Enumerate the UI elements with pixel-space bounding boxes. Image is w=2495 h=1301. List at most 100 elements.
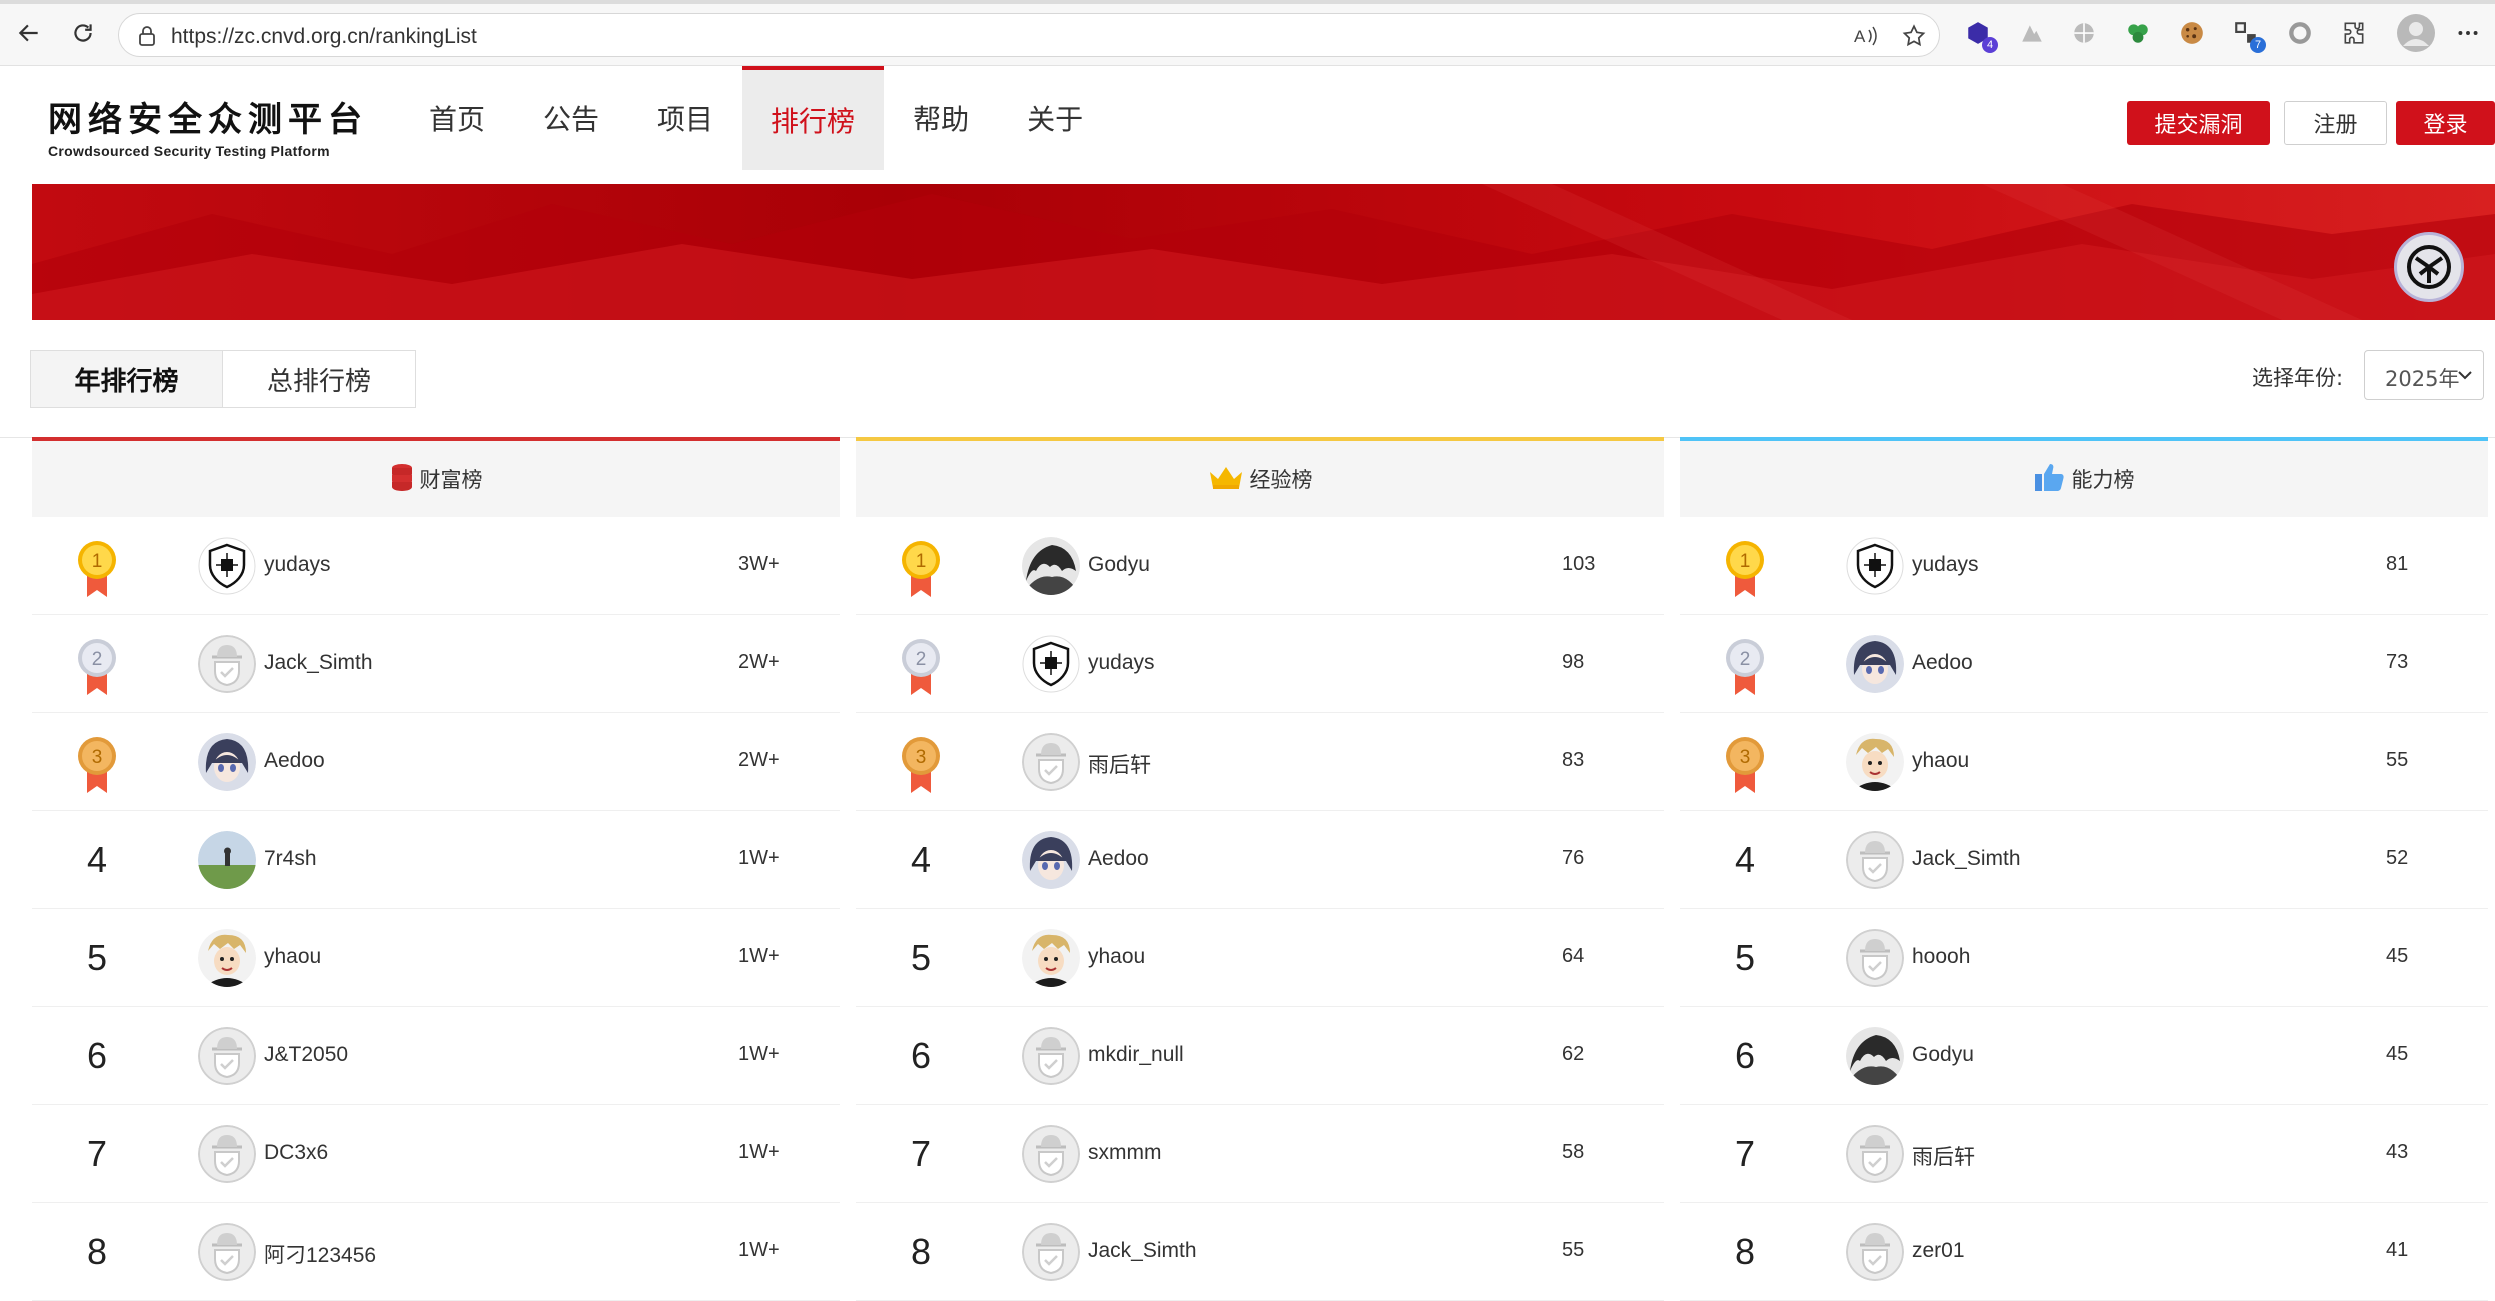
extension-cube[interactable]: 4 (1962, 17, 1998, 53)
nav-help[interactable]: 帮助 (884, 66, 998, 170)
read-aloud-icon[interactable]: A (1853, 24, 1879, 48)
ranking-row[interactable]: 7 sxmmm 58 (856, 1105, 1664, 1203)
nav-projects[interactable]: 项目 (628, 66, 742, 170)
user-avatar[interactable] (1846, 537, 1904, 595)
extensions-menu[interactable] (2338, 17, 2370, 49)
user-avatar[interactable] (1846, 1027, 1904, 1085)
browser-menu-button[interactable] (2452, 17, 2484, 49)
register-button[interactable]: 注册 (2284, 101, 2387, 145)
user-avatar[interactable] (1846, 1125, 1904, 1183)
site-logo[interactable]: 网络安全众测平台 Crowdsourced Security Testing P… (48, 92, 368, 159)
ranking-row[interactable]: 4 Aedoo 76 (856, 811, 1664, 909)
extension-ring[interactable] (2284, 17, 2316, 49)
ranking-row[interactable]: 1 Godyu 103 (856, 517, 1664, 615)
extension-triangle[interactable] (2016, 17, 2048, 49)
extension-qr[interactable]: 7 (2230, 17, 2266, 53)
user-avatar[interactable] (1022, 1223, 1080, 1281)
ranking-row[interactable]: 4 Jack_Simth 52 (1680, 811, 2488, 909)
user-name[interactable]: yhaou (1088, 945, 1145, 969)
user-name[interactable]: zer01 (1912, 1239, 1965, 1263)
nav-about[interactable]: 关于 (998, 66, 1112, 170)
nav-home[interactable]: 首页 (400, 66, 514, 170)
tab-total[interactable]: 总排行榜 (223, 351, 415, 407)
user-name[interactable]: DC3x6 (264, 1141, 328, 1165)
user-avatar[interactable] (198, 635, 256, 693)
user-avatar[interactable] (1022, 537, 1080, 595)
ranking-row[interactable]: 8 zer01 41 (1680, 1203, 2488, 1301)
tab-yearly[interactable]: 年排行榜 (31, 351, 223, 407)
ranking-row[interactable]: 2 Aedoo 73 (1680, 615, 2488, 713)
ranking-row[interactable]: 8 Jack_Simth 55 (856, 1203, 1664, 1301)
ranking-row[interactable]: 1 yudays 81 (1680, 517, 2488, 615)
user-avatar[interactable] (198, 1027, 256, 1085)
user-name[interactable]: hoooh (1912, 945, 1970, 969)
login-button[interactable]: 登录 (2396, 101, 2495, 145)
nav-announcements[interactable]: 公告 (514, 66, 628, 170)
user-avatar[interactable] (1846, 831, 1904, 889)
user-name[interactable]: 雨后轩 (1088, 749, 1151, 779)
user-name[interactable]: Jack_Simth (264, 651, 373, 675)
year-select[interactable]: 2025年 (2364, 350, 2484, 400)
user-name[interactable]: 7r4sh (264, 847, 317, 871)
user-name[interactable]: Godyu (1088, 553, 1150, 577)
ranking-row[interactable]: 4 7r4sh 1W+ (32, 811, 840, 909)
address-url[interactable]: https://zc.cnvd.org.cn/rankingList (171, 25, 477, 49)
user-avatar[interactable] (1846, 733, 1904, 791)
ranking-row[interactable]: 8 阿刁123456 1W+ (32, 1203, 840, 1301)
user-avatar[interactable] (198, 537, 256, 595)
ranking-row[interactable]: 7 雨后轩 43 (1680, 1105, 2488, 1203)
user-avatar[interactable] (1846, 929, 1904, 987)
ranking-row[interactable]: 3 雨后轩 83 (856, 713, 1664, 811)
user-name[interactable]: Aedoo (264, 749, 325, 773)
user-name[interactable]: yudays (1088, 651, 1155, 675)
user-name[interactable]: yudays (264, 553, 331, 577)
ranking-row[interactable]: 5 yhaou 64 (856, 909, 1664, 1007)
user-name[interactable]: 阿刁123456 (264, 1239, 376, 1269)
ranking-row[interactable]: 7 DC3x6 1W+ (32, 1105, 840, 1203)
user-avatar[interactable] (1846, 635, 1904, 693)
user-avatar[interactable] (1022, 831, 1080, 889)
ranking-row[interactable]: 3 Aedoo 2W+ (32, 713, 840, 811)
user-avatar[interactable] (1022, 733, 1080, 791)
back-button[interactable] (12, 16, 46, 50)
user-name[interactable]: yhaou (264, 945, 321, 969)
user-name[interactable]: J&T2050 (264, 1043, 348, 1067)
address-bar[interactable]: https://zc.cnvd.org.cn/rankingList A (118, 13, 1940, 57)
user-avatar[interactable] (1022, 635, 1080, 693)
ranking-row[interactable]: 6 mkdir_null 62 (856, 1007, 1664, 1105)
ranking-row[interactable]: 3 yhaou 55 (1680, 713, 2488, 811)
user-name[interactable]: yhaou (1912, 749, 1969, 773)
user-avatar[interactable] (198, 1125, 256, 1183)
user-avatar[interactable] (198, 831, 256, 889)
user-avatar[interactable] (1846, 1223, 1904, 1281)
user-name[interactable]: Jack_Simth (1088, 1239, 1197, 1263)
submit-vulnerability-button[interactable]: 提交漏洞 (2127, 101, 2270, 145)
user-name[interactable]: Aedoo (1912, 651, 1973, 675)
profile-button[interactable] (2396, 13, 2436, 53)
user-name[interactable]: Godyu (1912, 1043, 1974, 1067)
extension-cookie[interactable] (2176, 17, 2208, 49)
user-name[interactable]: Jack_Simth (1912, 847, 2021, 871)
extension-clover[interactable] (2122, 17, 2154, 49)
user-name[interactable]: yudays (1912, 553, 1979, 577)
ranking-row[interactable]: 2 yudays 98 (856, 615, 1664, 713)
user-name[interactable]: sxmmm (1088, 1141, 1161, 1165)
user-avatar[interactable] (1022, 929, 1080, 987)
floating-emblem[interactable] (2394, 232, 2464, 302)
user-name[interactable]: mkdir_null (1088, 1043, 1184, 1067)
ranking-row[interactable]: 5 yhaou 1W+ (32, 909, 840, 1007)
user-name[interactable]: Aedoo (1088, 847, 1149, 871)
nav-ranking[interactable]: 排行榜 (742, 66, 885, 170)
ranking-row[interactable]: 6 Godyu 45 (1680, 1007, 2488, 1105)
favorite-star-icon[interactable] (1901, 23, 1927, 49)
user-avatar[interactable] (198, 929, 256, 987)
user-avatar[interactable] (198, 1223, 256, 1281)
ranking-row[interactable]: 5 hoooh 45 (1680, 909, 2488, 1007)
extension-globe[interactable] (2068, 17, 2100, 49)
reload-button[interactable] (66, 16, 100, 50)
ranking-row[interactable]: 2 Jack_Simth 2W+ (32, 615, 840, 713)
ranking-row[interactable]: 6 J&T2050 1W+ (32, 1007, 840, 1105)
user-avatar[interactable] (1022, 1027, 1080, 1085)
user-avatar[interactable] (198, 733, 256, 791)
user-name[interactable]: 雨后轩 (1912, 1141, 1975, 1171)
